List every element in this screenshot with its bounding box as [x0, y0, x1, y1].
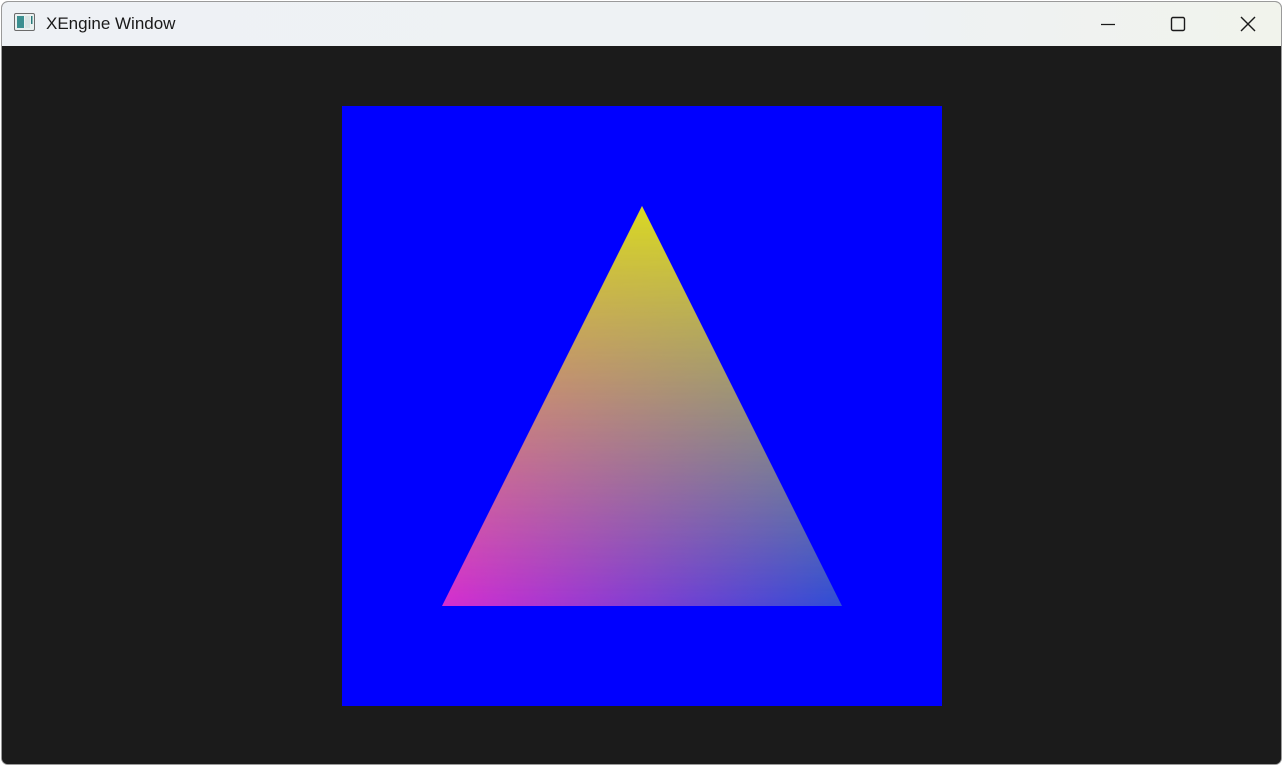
maximize-button[interactable] [1143, 2, 1213, 46]
window-title: XEngine Window [46, 14, 176, 33]
rendered-viewport [342, 106, 942, 706]
render-surface[interactable] [2, 46, 1281, 764]
app-window-icon [14, 13, 35, 31]
close-button[interactable] [1213, 2, 1281, 46]
minimize-button[interactable] [1073, 2, 1143, 46]
close-icon [1240, 16, 1256, 32]
maximize-icon [1170, 16, 1186, 32]
title-bar[interactable]: XEngine Window [2, 2, 1281, 46]
minimize-icon [1101, 23, 1115, 26]
app-window: XEngine Window [1, 1, 1282, 765]
